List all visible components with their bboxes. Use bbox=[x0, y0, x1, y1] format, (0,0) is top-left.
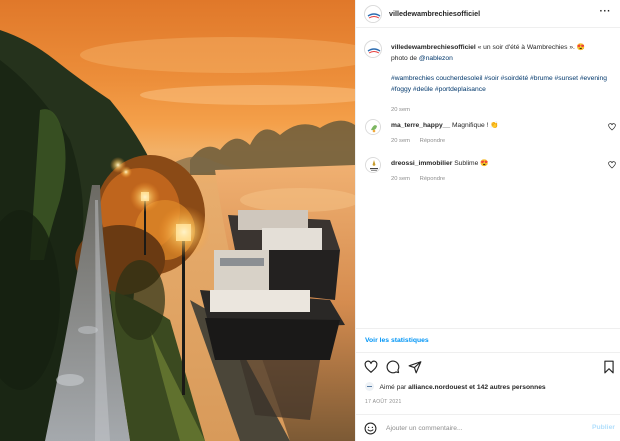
caption-avatar[interactable] bbox=[364, 40, 382, 58]
photo-credit-link[interactable]: @nablezon bbox=[419, 55, 453, 62]
comment-text: dreossi_immobilier Sublime 😍 bbox=[391, 159, 489, 167]
caption-username[interactable]: villedewambrechiesofficiel bbox=[391, 44, 476, 51]
post-header: villedewambrechiesofficiel ··· bbox=[356, 0, 620, 28]
caption-time[interactable]: 20 sem bbox=[391, 105, 616, 116]
commenter-avatar[interactable] bbox=[365, 119, 381, 135]
heart-eyes-emoji-icon: 😍 bbox=[480, 160, 489, 167]
comment-icon[interactable] bbox=[386, 360, 400, 374]
send-icon[interactable] bbox=[408, 360, 422, 374]
sunset-canal-image bbox=[0, 0, 355, 441]
likes-others[interactable]: et 142 autres personnes bbox=[469, 384, 546, 391]
comment-time[interactable]: 20 sem bbox=[391, 138, 410, 144]
comment-time[interactable]: 20 sem bbox=[391, 176, 410, 182]
clapping-hands-emoji-icon: 👏 bbox=[490, 122, 499, 129]
add-comment-bar: Publier bbox=[356, 414, 620, 441]
bookmark-icon[interactable] bbox=[602, 360, 616, 374]
comment-item: dreossi_immobilier Sublime 😍 20 sem Répo… bbox=[356, 156, 620, 190]
likes-prefix: Aimé par bbox=[379, 384, 407, 391]
agency-logo-icon bbox=[366, 158, 380, 172]
comment-username[interactable]: dreossi_immobilier bbox=[391, 160, 452, 167]
city-logo-icon bbox=[365, 6, 381, 22]
heart-icon[interactable] bbox=[364, 360, 378, 374]
comment-item: ma_terre_happy__ Magnifique ! 👏 20 sem R… bbox=[356, 118, 620, 152]
publish-button[interactable]: Publier bbox=[592, 424, 615, 431]
liker-logo-icon bbox=[365, 382, 374, 391]
photo-credit-prefix: photo de bbox=[391, 54, 418, 62]
likes-summary: Aimé par alliance.nordouest et 142 autre… bbox=[365, 382, 620, 394]
comment-text: ma_terre_happy__ Magnifique ! 👏 bbox=[391, 121, 499, 129]
insights-bar: Voir les statistiques bbox=[356, 328, 620, 353]
post-date[interactable]: 17 AOÛT 2021 bbox=[365, 399, 402, 405]
comment-body: Magnifique ! bbox=[451, 122, 489, 129]
view-insights-link[interactable]: Voir les statistiques bbox=[365, 337, 429, 344]
more-options-icon[interactable]: ··· bbox=[600, 6, 612, 17]
comment-body: Sublime bbox=[454, 160, 479, 167]
action-bar bbox=[356, 356, 620, 378]
caption-hashtags[interactable]: #wambrechies coucherdesoleil #soir #soir… bbox=[391, 74, 616, 95]
commenter-avatar[interactable] bbox=[365, 157, 381, 173]
city-logo-icon bbox=[365, 41, 381, 57]
post-photo[interactable] bbox=[0, 0, 355, 441]
heart-eyes-emoji-icon: 😍 bbox=[576, 44, 586, 51]
comment-username[interactable]: ma_terre_happy__ bbox=[391, 122, 450, 129]
liker-avatar[interactable] bbox=[365, 382, 374, 391]
liker-username[interactable]: alliance.nordouest bbox=[408, 384, 467, 391]
header-username[interactable]: villedewambrechiesofficiel bbox=[389, 9, 480, 18]
reply-button[interactable]: Répondre bbox=[420, 176, 445, 182]
account-avatar[interactable] bbox=[364, 5, 382, 23]
caption-text: « un soir d'été à Wambrechies ». bbox=[477, 44, 575, 51]
smiley-icon[interactable] bbox=[364, 422, 377, 435]
comment-meta: 20 sem Répondre bbox=[391, 176, 453, 182]
like-comment-heart-icon[interactable] bbox=[608, 123, 616, 131]
post-side-panel: villedewambrechiesofficiel ··· villedewa… bbox=[355, 0, 620, 441]
comment-meta: 20 sem Répondre bbox=[391, 138, 453, 144]
leaf-logo-icon bbox=[366, 120, 380, 134]
comment-input[interactable] bbox=[386, 422, 576, 435]
caption-body: villedewambrechiesofficiel « un soir d'é… bbox=[391, 43, 616, 116]
like-comment-heart-icon[interactable] bbox=[608, 161, 616, 169]
reply-button[interactable]: Répondre bbox=[420, 138, 445, 144]
